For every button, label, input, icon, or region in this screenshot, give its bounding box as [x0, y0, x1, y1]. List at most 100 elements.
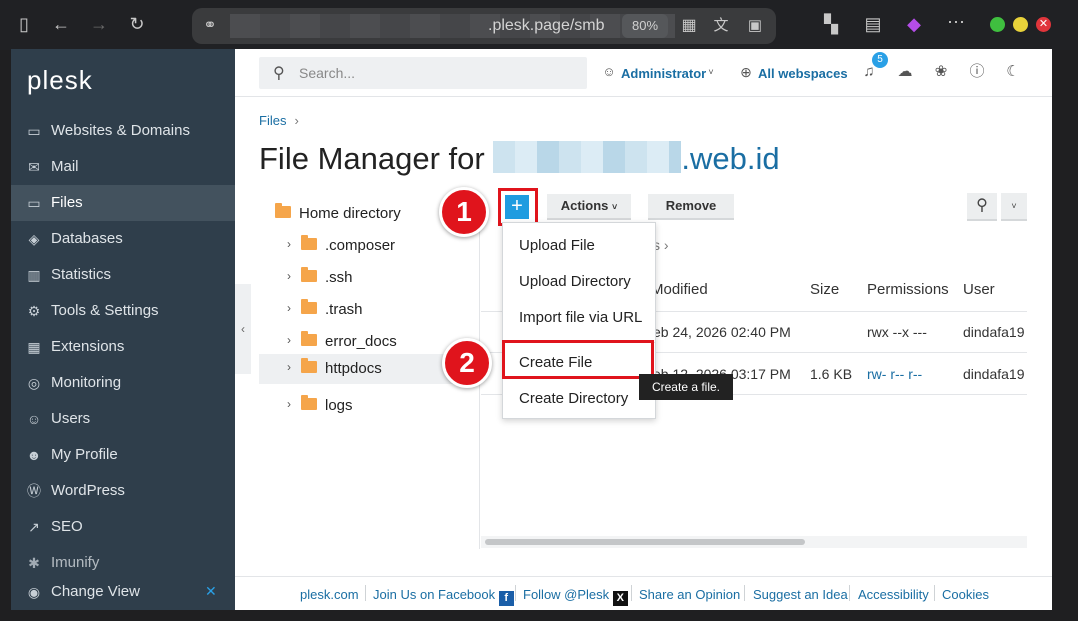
footer: plesk.com Join Us on Facebook f Follow @… — [235, 576, 1052, 610]
highlight-create-file — [502, 340, 654, 379]
maximize-button[interactable] — [1013, 17, 1028, 32]
tree-folder[interactable]: › logs — [283, 391, 479, 421]
folder-icon — [301, 267, 317, 282]
nav-files[interactable]: ▭ Files — [11, 185, 235, 221]
chevron-right-icon: › — [663, 237, 669, 253]
menu-upload-directory[interactable]: Upload Directory — [519, 273, 631, 290]
nav-wordpress[interactable]: Ⓦ WordPress — [11, 473, 235, 509]
step-2-marker: 2 — [442, 338, 492, 388]
mail-icon: ✉ — [28, 159, 40, 175]
page-title: File Manager for .web.id — [259, 141, 780, 176]
expand-icon[interactable]: › — [287, 269, 297, 283]
address-bar[interactable]: ⚭ 80% .plesk.page/smb ▦ 文 ▣ — [192, 8, 776, 44]
menu-import-file-url[interactable]: Import file via URL — [519, 309, 642, 326]
change-view-button[interactable]: ◉ Change View ✕ — [11, 574, 235, 610]
footer-link-idea[interactable]: Suggest an Idea — [753, 587, 848, 602]
nav-monitoring[interactable]: ◎ Monitoring — [11, 365, 235, 401]
apps-icon[interactable]: ▦ — [678, 16, 700, 36]
tooltip: Create a file. — [639, 374, 733, 400]
expand-icon[interactable]: › — [287, 237, 297, 251]
remove-button[interactable]: Remove — [648, 194, 734, 220]
feedback-icon[interactable]: ❀ — [931, 62, 951, 82]
footer-link-plesk[interactable]: plesk.com — [300, 587, 359, 602]
footer-link-cookies[interactable]: Cookies — [942, 587, 989, 602]
chevron-down-icon: ˅ — [612, 202, 618, 212]
column-user[interactable]: User — [963, 281, 995, 298]
nav-extensions[interactable]: ▦ Extensions — [11, 329, 235, 365]
menu-upload-file[interactable]: Upload File — [519, 237, 595, 254]
search-icon: ⚲ — [273, 65, 285, 82]
statistics-icon: ▥ — [27, 267, 41, 283]
nav-my-profile[interactable]: ☻ My Profile — [11, 437, 235, 473]
close-icon[interactable]: ✕ — [205, 583, 217, 600]
minimize-button[interactable] — [990, 17, 1005, 32]
site-info-icon[interactable]: ⚭ — [199, 16, 221, 36]
tree-folder[interactable]: › .ssh — [283, 263, 479, 293]
expand-icon[interactable]: › — [287, 333, 297, 347]
footer-separator — [744, 585, 745, 601]
breadcrumb-files[interactable]: Files — [259, 113, 286, 128]
nav-tools-settings[interactable]: ⚙ Tools & Settings — [11, 293, 235, 329]
chevron-down-icon[interactable]: ˅ — [701, 62, 721, 82]
nav-websites-domains[interactable]: ▭ Websites & Domains — [11, 113, 235, 149]
help-icon[interactable]: ⓘ — [967, 62, 987, 82]
nav-mail[interactable]: ✉ Mail — [11, 149, 235, 185]
footer-link-x[interactable]: Follow @Plesk X — [523, 587, 628, 606]
dark-mode-icon[interactable]: ☾ — [1003, 62, 1023, 82]
expand-icon[interactable]: › — [287, 301, 297, 315]
back-icon[interactable]: ← — [50, 14, 72, 34]
nav-databases[interactable]: ◈ Databases — [11, 221, 235, 257]
search-files-button[interactable]: ⚲ — [967, 193, 997, 221]
top-bar: ⚲ Search... ☺ Administrator ˅ ⊕ All webs… — [235, 49, 1052, 97]
sidebar: plesk ▭ Websites & Domains ✉ Mail ▭ Files ◈… — [11, 49, 235, 610]
footer-link-accessibility[interactable]: Accessibility — [858, 587, 929, 602]
permissions-link[interactable]: rw- r-- r-- — [867, 366, 922, 382]
tree-folder[interactable]: › .trash — [283, 295, 479, 325]
more-icon[interactable]: ⋯ — [945, 12, 967, 32]
collapse-sidebar-button[interactable]: ‹ — [235, 284, 251, 374]
column-permissions[interactable]: Permissions — [867, 281, 949, 298]
seo-icon: ↗ — [28, 519, 40, 535]
extensions-icon: ▦ — [27, 339, 41, 355]
folder-icon — [301, 235, 317, 250]
nav-users[interactable]: ☺ Users — [11, 401, 235, 437]
tree-folder[interactable]: › .composer — [283, 231, 479, 261]
nav-statistics[interactable]: ▥ Statistics — [11, 257, 235, 293]
footer-separator — [849, 585, 850, 601]
footer-link-opinion[interactable]: Share an Opinion — [639, 587, 740, 602]
webspaces-link[interactable]: All webspaces — [758, 66, 848, 81]
add-dropdown-menu: Upload File Upload Directory Import file… — [502, 222, 656, 419]
actions-button[interactable]: Actions ˅ — [547, 194, 631, 220]
scrollbar-thumb[interactable] — [485, 539, 805, 545]
expand-icon[interactable]: › — [287, 397, 297, 411]
horizontal-scrollbar[interactable] — [481, 536, 1027, 548]
profile-ext-icon[interactable]: ◆ — [903, 14, 925, 34]
translate-icon[interactable]: 文 — [710, 16, 732, 36]
footer-separator — [934, 585, 935, 601]
reader-icon[interactable]: ▣ — [744, 16, 766, 36]
reload-icon[interactable]: ↻ — [126, 14, 148, 34]
highlight-add-button — [498, 188, 538, 226]
zoom-level[interactable]: 80% — [622, 14, 668, 38]
search-input[interactable]: ⚲ Search... — [259, 57, 587, 89]
column-modified[interactable]: Modified — [651, 281, 708, 298]
column-size[interactable]: Size — [810, 281, 839, 298]
globe-icon: ⊕ — [740, 64, 752, 80]
close-button[interactable]: ✕ — [1036, 17, 1051, 32]
menu-create-directory[interactable]: Create Directory — [519, 390, 628, 407]
nav-seo[interactable]: ↗ SEO — [11, 509, 235, 545]
page-icon[interactable]: ▤ — [862, 14, 884, 34]
monitoring-icon: ◎ — [27, 375, 41, 391]
forward-icon[interactable]: → — [88, 14, 110, 34]
administrator-menu[interactable]: Administrator — [621, 66, 706, 81]
footer-link-facebook[interactable]: Join Us on Facebook f — [373, 587, 514, 606]
more-options-button[interactable]: ˅ — [1001, 193, 1027, 221]
step-1-marker: 1 — [439, 187, 489, 237]
cloud-icon[interactable]: ☁ — [895, 62, 915, 82]
plesk-logo[interactable]: plesk — [27, 65, 93, 96]
sidebar-toggle-icon[interactable]: ▯ — [13, 14, 35, 34]
footer-separator — [631, 585, 632, 601]
expand-icon[interactable]: › — [287, 360, 297, 374]
extensions-icon[interactable]: ▚ — [820, 14, 842, 34]
imunify-icon: ✱ — [28, 555, 40, 571]
